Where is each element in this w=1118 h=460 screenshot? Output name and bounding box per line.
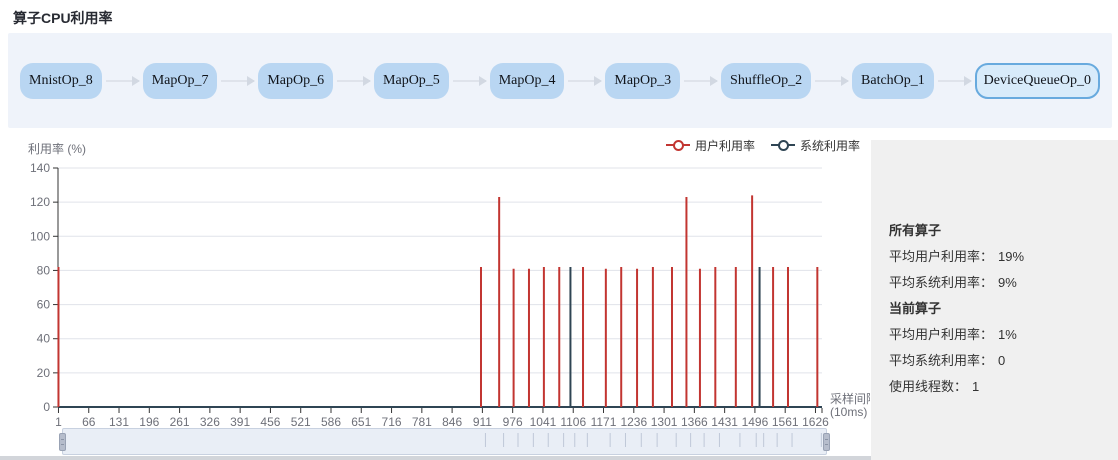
flow-arrow-icon	[453, 80, 486, 82]
operator-pipeline: MnistOp_8 MapOp_7 MapOp_6 MapOp_5 MapOp_4 Map…	[8, 33, 1112, 128]
pipeline-node-mapop_6[interactable]: MapOp_6	[258, 63, 333, 99]
stat-value: 19%	[998, 249, 1024, 264]
line-circle-marker-icon	[666, 139, 690, 151]
datazoom-right-handle[interactable]	[823, 433, 830, 451]
svg-text:1171: 1171	[591, 415, 617, 428]
stat-label: 平均系统利用率：	[889, 353, 993, 368]
pipeline-node-mapop_3[interactable]: MapOp_3	[605, 63, 680, 99]
svg-text:120: 120	[30, 195, 50, 209]
stat-value: 1	[972, 379, 979, 394]
datazoom-data-shadow	[63, 429, 826, 454]
chart-legend: 用户利用率 系统利用率	[666, 137, 860, 153]
svg-text:采样间隔: 采样间隔	[830, 391, 870, 406]
svg-text:1236: 1236	[620, 415, 647, 428]
flow-arrow-icon	[568, 80, 601, 82]
svg-text:1496: 1496	[742, 415, 769, 428]
flow-arrow-icon	[337, 80, 370, 82]
horizontal-scrollbar[interactable]	[0, 456, 871, 460]
stats-section-heading: 所有算子	[889, 218, 1108, 244]
stat-row: 平均系统利用率： 0	[889, 348, 1108, 374]
stats-section-heading: 当前算子	[889, 296, 1108, 322]
user-series	[58, 195, 817, 407]
svg-text:0: 0	[43, 400, 50, 414]
stat-value: 0	[998, 353, 1005, 368]
pipeline-node-batchop_1[interactable]: BatchOp_1	[852, 63, 934, 99]
legend-label-system: 系统利用率	[800, 137, 860, 154]
svg-text:651: 651	[351, 415, 371, 428]
flow-arrow-icon	[221, 80, 254, 82]
svg-text:1: 1	[55, 415, 62, 428]
svg-text:326: 326	[200, 415, 220, 428]
datazoom-left-handle[interactable]	[59, 433, 66, 451]
svg-text:1366: 1366	[681, 415, 708, 428]
svg-text:131: 131	[109, 415, 129, 428]
svg-text:911: 911	[473, 415, 492, 428]
svg-text:80: 80	[37, 263, 51, 277]
svg-text:1431: 1431	[711, 415, 738, 428]
pipeline-node-mnistop_8[interactable]: MnistOp_8	[20, 63, 102, 99]
stat-row: 平均系统利用率： 9%	[889, 270, 1108, 296]
page-title: 算子CPU利用率	[13, 8, 113, 28]
svg-text:586: 586	[321, 415, 341, 428]
pipeline-node-devicequeueop_0[interactable]: DeviceQueueOp_0	[975, 63, 1100, 99]
stat-row: 平均用户利用率： 1%	[889, 322, 1108, 348]
svg-text:140: 140	[30, 161, 50, 175]
stat-label: 使用线程数：	[889, 379, 967, 394]
pipeline-node-mapop_7[interactable]: MapOp_7	[143, 63, 218, 99]
stats-panel: 所有算子平均用户利用率：19%平均系统利用率：9%当前算子平均用户利用率：1%平…	[871, 140, 1118, 460]
line-circle-marker-icon	[771, 139, 795, 151]
pipeline-node-mapop_4[interactable]: MapOp_4	[490, 63, 565, 99]
svg-text:100: 100	[30, 229, 50, 243]
svg-text:60: 60	[37, 298, 51, 312]
cpu-utilization-page: 算子CPU利用率 MnistOp_8MapOp_7MapOp_6MapOp_5M…	[0, 0, 1118, 460]
svg-text:20: 20	[37, 366, 51, 380]
pipeline-node-shuffleop_2[interactable]: ShuffleOp_2	[721, 63, 811, 99]
utilization-chart[interactable]: 0 20 40 60 80 100 120 140 1 66 131 196 261 326 391 456 5…	[0, 160, 870, 428]
svg-text:456: 456	[260, 415, 280, 428]
pipeline-node-mapop_5[interactable]: MapOp_5	[374, 63, 449, 99]
svg-text:(10ms): (10ms)	[830, 405, 867, 419]
legend-item-user[interactable]: 用户利用率	[666, 137, 755, 154]
stat-value: 1%	[998, 327, 1017, 342]
svg-text:716: 716	[382, 415, 402, 428]
stat-label: 平均用户利用率：	[889, 249, 993, 264]
stat-label: 平均用户利用率：	[889, 327, 993, 342]
flow-arrow-icon	[938, 80, 971, 82]
svg-text:196: 196	[139, 415, 159, 428]
stat-value: 9%	[998, 275, 1017, 290]
svg-text:1561: 1561	[772, 415, 799, 428]
svg-text:66: 66	[82, 415, 96, 428]
stat-row: 使用线程数： 1	[889, 374, 1108, 400]
svg-text:261: 261	[170, 415, 190, 428]
svg-text:1626: 1626	[802, 415, 829, 428]
legend-item-system[interactable]: 系统利用率	[771, 137, 860, 154]
stat-row: 平均用户利用率： 19%	[889, 244, 1108, 270]
system-series	[570, 267, 759, 407]
svg-text:781: 781	[412, 415, 432, 428]
svg-text:391: 391	[230, 415, 250, 428]
svg-text:1106: 1106	[560, 415, 586, 428]
svg-text:1301: 1301	[651, 415, 678, 428]
y-axis-name: 利用率 (%)	[28, 140, 86, 157]
svg-text:1041: 1041	[530, 415, 557, 428]
svg-text:846: 846	[442, 415, 462, 428]
svg-text:521: 521	[291, 415, 311, 428]
flow-arrow-icon	[684, 80, 717, 82]
datazoom-slider[interactable]	[62, 428, 827, 455]
svg-text:40: 40	[37, 332, 51, 346]
flow-arrow-icon	[815, 80, 848, 82]
stat-label: 平均系统利用率：	[889, 275, 993, 290]
legend-label-user: 用户利用率	[695, 137, 755, 154]
flow-arrow-icon	[106, 80, 139, 82]
svg-text:976: 976	[503, 415, 523, 428]
